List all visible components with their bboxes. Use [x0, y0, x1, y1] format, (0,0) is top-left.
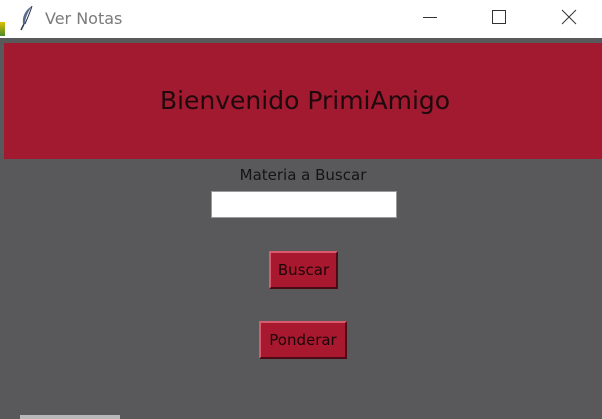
- welcome-heading: Bienvenido PrimiAmigo: [159, 86, 451, 115]
- horizontal-scrollbar[interactable]: [20, 415, 120, 419]
- minimize-icon: [422, 9, 438, 29]
- search-label: Materia a Buscar: [239, 166, 367, 184]
- weigh-button[interactable]: Ponderar: [259, 321, 347, 359]
- maximize-icon: [491, 9, 507, 29]
- app-window: Ver Notas Bienvenido PrimiAmigo Materia …: [0, 0, 602, 419]
- title-bar[interactable]: Ver Notas: [0, 0, 602, 38]
- maximize-button[interactable]: [476, 0, 522, 38]
- search-button[interactable]: Buscar: [269, 251, 338, 289]
- minimize-button[interactable]: [407, 0, 453, 38]
- desktop-edge: [0, 22, 5, 36]
- close-icon: [561, 9, 577, 29]
- window-title: Ver Notas: [45, 9, 123, 28]
- close-button[interactable]: [546, 0, 592, 38]
- welcome-banner: Bienvenido PrimiAmigo: [4, 43, 602, 159]
- feather-icon: [19, 5, 35, 31]
- search-input[interactable]: [211, 191, 397, 218]
